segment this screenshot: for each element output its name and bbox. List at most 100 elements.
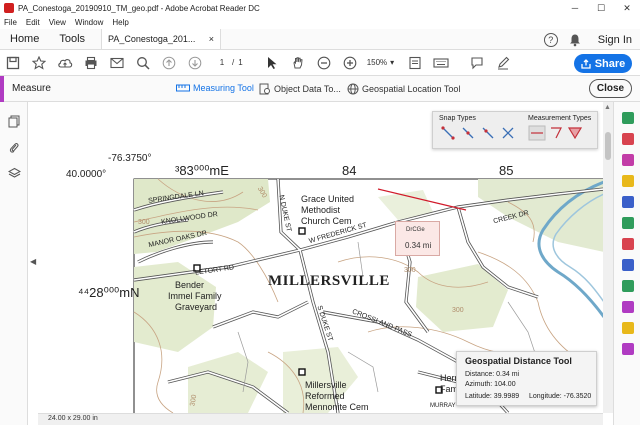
grid-label-84: 84: [342, 163, 357, 178]
collapse-panel-arrow-icon[interactable]: ◀: [30, 257, 36, 266]
share-label: Share: [594, 57, 626, 70]
protect-icon[interactable]: [614, 254, 640, 275]
more-tools-icon[interactable]: [614, 338, 640, 359]
export-pdf-icon[interactable]: [614, 107, 640, 128]
tab-home[interactable]: Home: [0, 29, 49, 49]
next-page-icon[interactable]: [182, 50, 208, 76]
tab-bar-right: ? Sign In: [543, 29, 632, 50]
place-label: Methodist: [301, 205, 341, 215]
object-data-icon: [259, 83, 270, 95]
zoom-in-icon[interactable]: [337, 50, 363, 76]
bell-icon[interactable]: [568, 33, 582, 47]
snap-to-path-icon[interactable]: [482, 127, 494, 139]
place-label: Grace United: [301, 194, 355, 204]
place-label: Reformed: [305, 391, 345, 401]
snap-types-panel: Snap Types Measurement Types: [432, 111, 598, 149]
edit-pdf-icon[interactable]: [614, 149, 640, 170]
menu-file[interactable]: File: [4, 18, 17, 27]
zoom-dropdown[interactable]: 150% ▾: [367, 58, 394, 67]
comment-tool-icon[interactable]: [614, 170, 640, 191]
print-icon[interactable]: [78, 50, 104, 76]
snap-to-midpoint-icon[interactable]: [462, 127, 474, 139]
place-label: Graveyard: [175, 302, 218, 312]
star-icon[interactable]: [26, 50, 52, 76]
save-icon[interactable]: [0, 50, 26, 76]
menu-window[interactable]: Window: [75, 18, 103, 27]
combine-files-icon[interactable]: [614, 191, 640, 212]
optimize-pdf-icon[interactable]: [614, 275, 640, 296]
close-window-button[interactable]: ✕: [614, 0, 640, 16]
object-data-tool-button[interactable]: Object Data To...: [259, 83, 341, 95]
page-total: 1: [238, 58, 243, 67]
fill-sign-icon[interactable]: [614, 296, 640, 317]
contour-label: 300: [452, 307, 464, 314]
organize-pages-icon[interactable]: [614, 212, 640, 233]
window-controls: ─ ☐ ✕: [562, 0, 640, 16]
measure-tool-icon[interactable]: [614, 317, 640, 338]
menu-help[interactable]: Help: [112, 18, 128, 27]
maximize-button[interactable]: ☐: [588, 0, 614, 16]
place-label: Mennonite Cem: [305, 402, 369, 412]
menu-view[interactable]: View: [49, 18, 66, 27]
comment-icon[interactable]: [464, 50, 490, 76]
attachment-paperclip-icon[interactable]: [0, 134, 28, 160]
tab-tools[interactable]: Tools: [49, 29, 95, 49]
area-tool-icon[interactable]: [567, 127, 583, 140]
scroll-up-arrow-icon[interactable]: ▲: [604, 104, 611, 111]
title-bar: PA_Conestoga_20190910_TM_geo.pdf - Adobe…: [0, 0, 640, 16]
scrollbar-thumb[interactable]: [605, 132, 611, 160]
help-icon[interactable]: ?: [543, 32, 558, 47]
popup-value: 0.34 mi: [405, 241, 432, 250]
layers-icon[interactable]: [0, 160, 28, 186]
geo-distance: Distance: 0.34 mi: [465, 371, 520, 378]
road-label: MURRAY: [430, 403, 456, 409]
cemetery-marker: [298, 368, 306, 376]
measure-label: Measure: [12, 83, 51, 94]
perimeter-tool-icon[interactable]: [551, 127, 562, 139]
tab-document[interactable]: PA_Conestoga_201... ×: [101, 29, 222, 49]
geo-panel-title: Geospatial Distance Tool: [465, 356, 572, 366]
create-pdf-icon[interactable]: [614, 128, 640, 149]
popup-author: DrCGe: [406, 227, 425, 233]
pages-thumbnail-icon[interactable]: [0, 108, 28, 134]
measurement-popup-note[interactable]: DrCGe 0.34 mi: [395, 221, 440, 256]
measure-accent: [0, 76, 4, 102]
menu-bar: File Edit View Window Help: [0, 16, 640, 29]
acrobat-app-icon: [4, 3, 14, 13]
page-number-input[interactable]: 1: [212, 58, 232, 67]
share-icon: [581, 58, 591, 69]
geospatial-location-tool-button[interactable]: Geospatial Location Tool: [347, 83, 460, 95]
previous-page-icon[interactable]: [156, 50, 182, 76]
fit-page-icon[interactable]: [402, 50, 428, 76]
redact-icon[interactable]: [614, 233, 640, 254]
vertical-scrollbar[interactable]: ▲: [603, 102, 613, 413]
minimize-button[interactable]: ─: [562, 0, 588, 16]
email-icon[interactable]: [104, 50, 130, 76]
main-toolbar: 1 / 1 150% ▾ Share: [0, 50, 640, 76]
contour-label: 300: [138, 219, 150, 226]
pen-sign-icon[interactable]: [490, 50, 516, 76]
geo-azimuth: Azimuth: 104.00: [465, 381, 516, 388]
upload-cloud-icon[interactable]: [52, 50, 78, 76]
place-label: Millersville: [305, 380, 347, 390]
measuring-tool-button[interactable]: Measuring Tool: [176, 83, 254, 93]
hand-tool-icon[interactable]: [285, 50, 311, 76]
snap-to-intersection-icon[interactable]: [502, 127, 514, 139]
snap-to-endpoint-icon[interactable]: [441, 126, 455, 140]
keyboard-icon[interactable]: [428, 50, 454, 76]
status-bar: 24.00 x 29.00 in: [38, 413, 603, 425]
zoom-out-icon[interactable]: [311, 50, 337, 76]
grid-label-85: 85: [499, 163, 514, 178]
search-zoom-icon[interactable]: [130, 50, 156, 76]
tab-close-icon[interactable]: ×: [209, 34, 214, 44]
sign-in-link[interactable]: Sign In: [598, 34, 632, 46]
select-cursor-icon[interactable]: [259, 50, 285, 76]
share-button[interactable]: Share: [574, 54, 632, 73]
close-measure-button[interactable]: Close: [589, 79, 632, 98]
menu-edit[interactable]: Edit: [26, 18, 40, 27]
zoom-value: 150%: [366, 58, 388, 67]
right-tools-rail: [613, 102, 640, 425]
geospatial-distance-panel: Geospatial Distance Tool Distance: 0.34 …: [456, 351, 597, 406]
corner-latitude: 40.0000°: [66, 169, 107, 180]
place-label: Immel Family: [168, 291, 222, 301]
